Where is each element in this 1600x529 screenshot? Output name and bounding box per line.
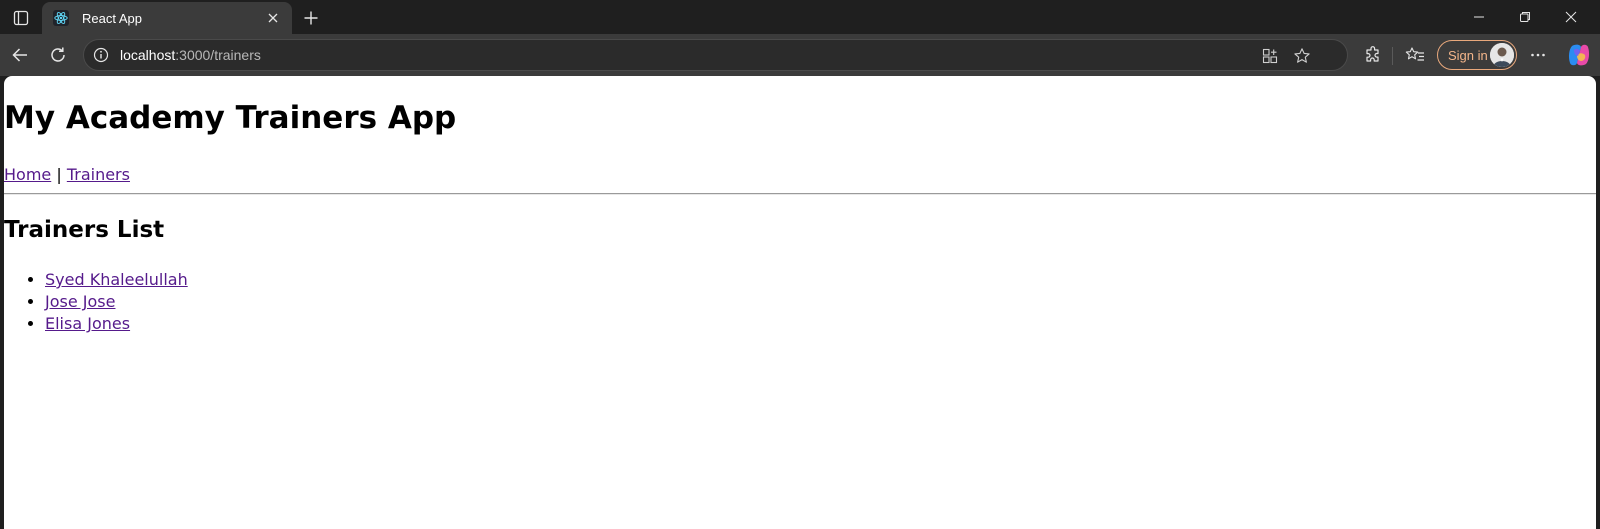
app-available-icon[interactable] xyxy=(1259,45,1281,67)
more-icon[interactable] xyxy=(1523,40,1553,70)
toolbar-divider xyxy=(1392,47,1393,65)
nav-link-trainers[interactable]: Trainers xyxy=(67,165,130,184)
trainer-link[interactable]: Syed Khaleelullah xyxy=(45,270,188,289)
copilot-icon[interactable] xyxy=(1566,42,1592,68)
url-path: :3000/trainers xyxy=(175,47,261,63)
section-title: Trainers List xyxy=(4,217,165,243)
info-icon[interactable] xyxy=(92,46,110,64)
page-title: My Academy Trainers App xyxy=(4,100,457,136)
sign-in-button[interactable]: Sign in xyxy=(1437,40,1517,70)
close-window-icon[interactable] xyxy=(1548,0,1594,34)
tab-react-app[interactable]: React App xyxy=(42,2,292,34)
tab-title: React App xyxy=(82,10,142,26)
plus-icon[interactable] xyxy=(298,5,324,31)
trainer-link[interactable]: Jose Jose xyxy=(45,292,115,311)
horizontal-rule xyxy=(4,193,1596,195)
avatar xyxy=(1490,43,1514,67)
minimize-icon[interactable] xyxy=(1456,0,1502,34)
url-text: localhost:3000/trainers xyxy=(120,47,261,63)
favorite-star-icon[interactable] xyxy=(1291,45,1313,67)
list-item: Syed Khaleelullah xyxy=(45,269,188,291)
restore-icon[interactable] xyxy=(1502,0,1548,34)
page-viewport: My Academy Trainers App Home | Trainers … xyxy=(4,76,1596,529)
url-host: localhost xyxy=(120,47,176,63)
main-nav: Home | Trainers xyxy=(4,165,130,184)
browser-toolbar: localhost:3000/trainers Sign in xyxy=(0,34,1600,76)
list-item: Elisa Jones xyxy=(45,313,188,335)
trainer-list: Syed Khaleelullah Jose Jose Elisa Jones xyxy=(45,269,188,335)
tab-actions-icon[interactable] xyxy=(8,6,34,30)
address-bar[interactable]: localhost:3000/trainers xyxy=(83,39,1348,71)
close-icon[interactable] xyxy=(264,9,282,27)
nav-link-home[interactable]: Home xyxy=(4,165,51,184)
title-bar: React App xyxy=(0,0,1600,34)
list-item: Jose Jose xyxy=(45,291,188,313)
extensions-icon[interactable] xyxy=(1358,40,1388,70)
trainer-link[interactable]: Elisa Jones xyxy=(45,314,130,333)
back-arrow-icon[interactable] xyxy=(5,40,35,70)
react-logo-icon xyxy=(52,9,70,27)
refresh-icon[interactable] xyxy=(43,40,73,70)
favorites-icon[interactable] xyxy=(1400,40,1430,70)
sign-in-label: Sign in xyxy=(1448,47,1488,63)
nav-separator: | xyxy=(51,165,67,184)
